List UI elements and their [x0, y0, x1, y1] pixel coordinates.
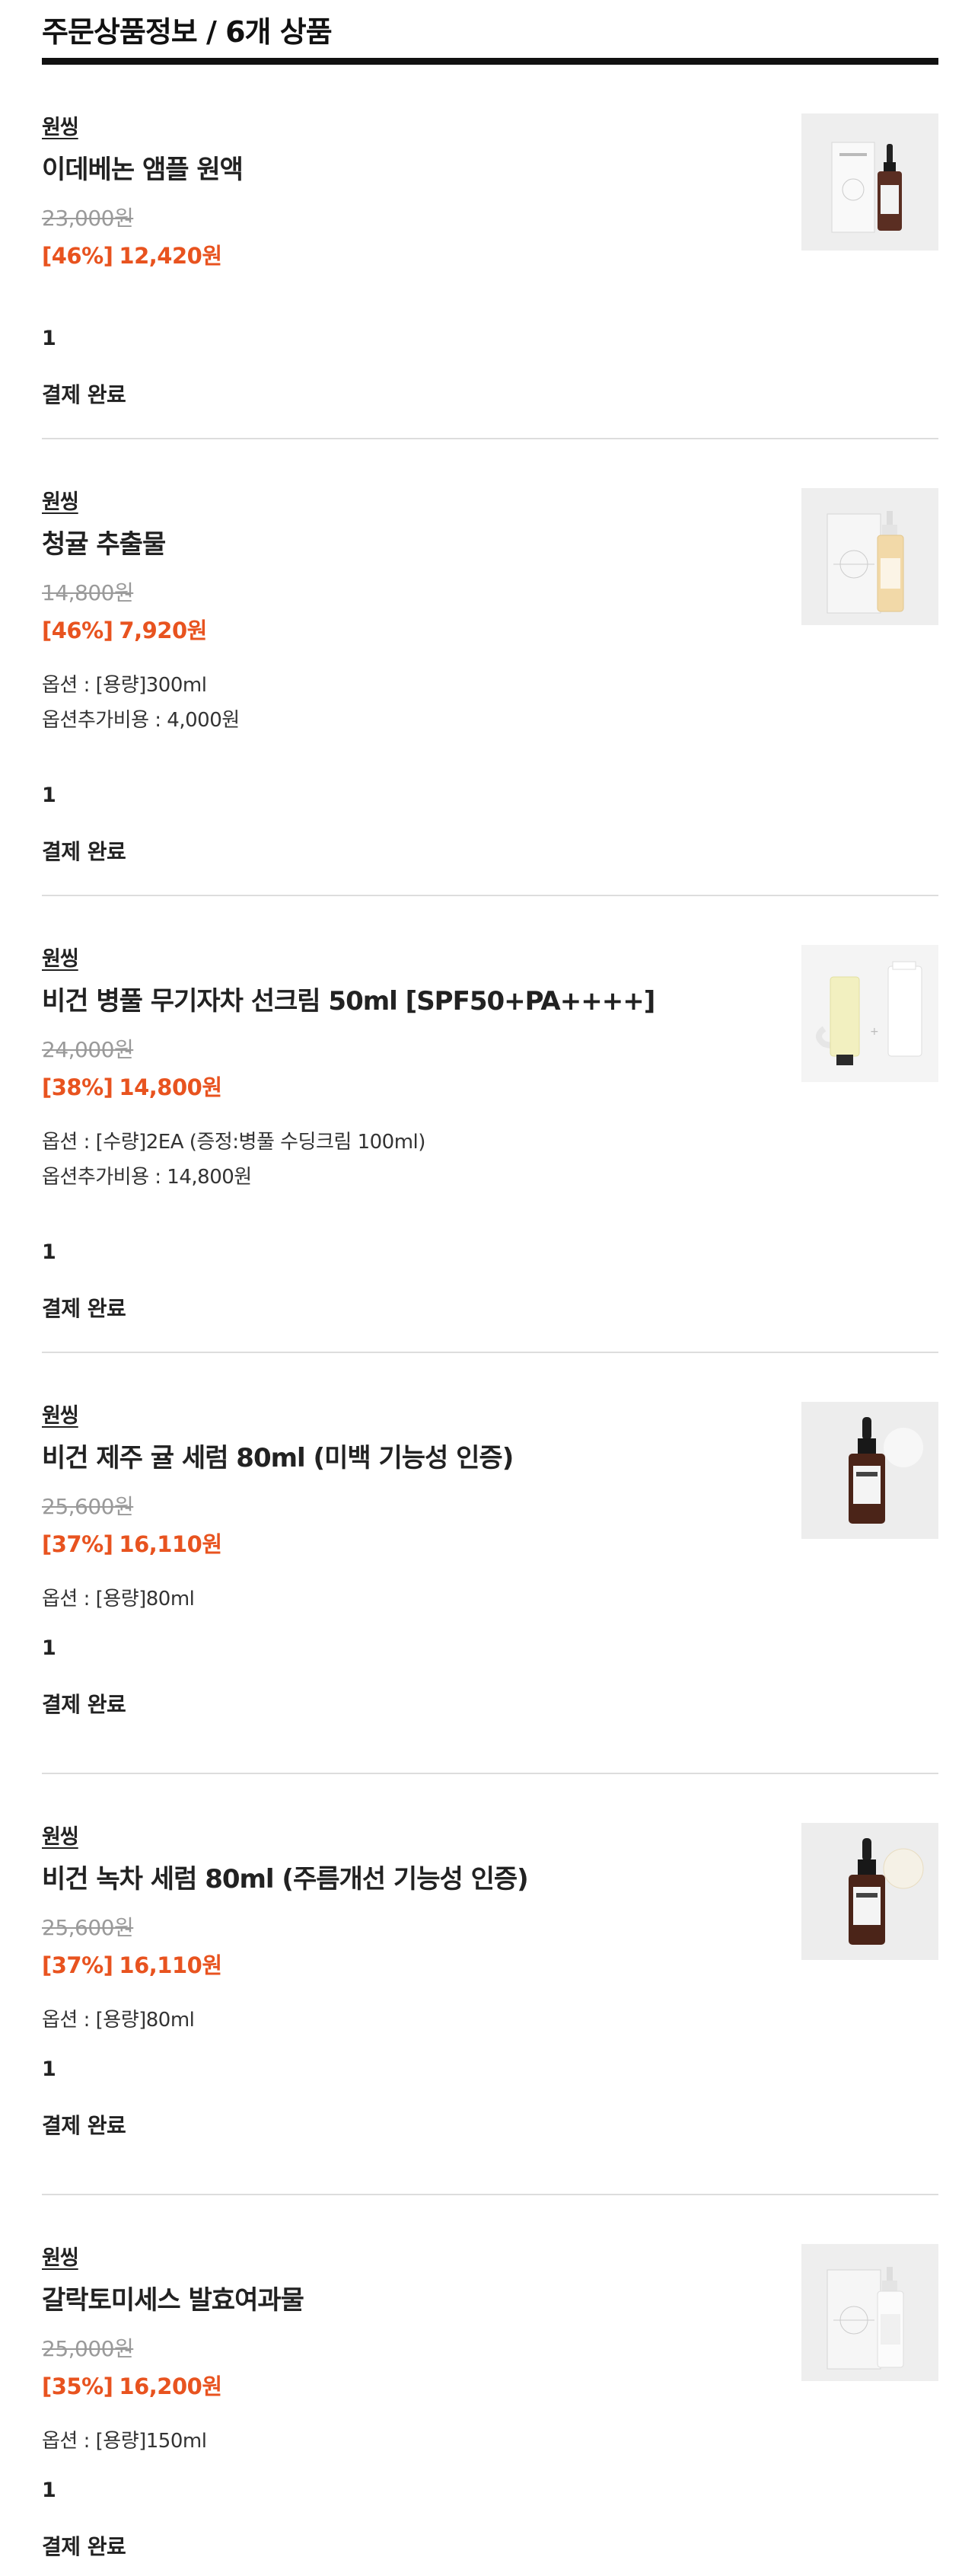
- product-thumbnail[interactable]: [801, 2244, 938, 2381]
- discount-rate: [38%]: [42, 1074, 113, 1100]
- original-price: 14,800원: [42, 580, 134, 605]
- svg-text:+: +: [870, 1026, 879, 1038]
- brand-link[interactable]: 원씽: [42, 1399, 79, 1428]
- product-thumbnail[interactable]: [801, 1402, 938, 1539]
- order-item: 원씽 비건 녹차 세럼 80ml (주름개선 기능성 인증) 25,600원 […: [42, 1774, 938, 2195]
- option-extra-cost: 옵션추가비용 : 14,800원: [42, 1166, 252, 1189]
- product-name-link[interactable]: 갈락토미세스 발효여과물: [42, 2279, 304, 2316]
- sale-price-value: 14,800원: [119, 1074, 222, 1100]
- sale-price: [37%] 16,110원: [42, 1948, 222, 1980]
- payment-status: 결제 완료: [42, 2113, 126, 2138]
- discount-rate: [35%]: [42, 2373, 113, 2399]
- quantity: 1: [42, 1240, 56, 1264]
- dropper-bottle-with-box-icon: [801, 113, 938, 251]
- brand-link[interactable]: 원씽: [42, 1820, 79, 1850]
- brand-link[interactable]: 원씽: [42, 485, 79, 515]
- discount-rate: [46%]: [42, 243, 113, 269]
- option-extra-cost: 옵션추가비용 : 4,000원: [42, 709, 240, 732]
- pump-bottle-with-box-icon: [801, 2244, 938, 2381]
- option-text: 옵션 : [용량]80ml: [42, 2009, 195, 2032]
- payment-status: 결제 완료: [42, 2534, 126, 2559]
- original-price: 23,000원: [42, 206, 134, 231]
- order-item: 원씽 청귤 추출물 14,800원 [46%] 7,920원 옵션 : [용량]3…: [42, 439, 938, 896]
- payment-status: 결제 완료: [42, 1692, 126, 1717]
- product-name-link[interactable]: 이데베논 앰플 원액: [42, 148, 244, 186]
- sale-price: [37%] 16,110원: [42, 1527, 222, 1559]
- payment-status: 결제 완료: [42, 839, 126, 864]
- quantity: 1: [42, 2479, 56, 2502]
- discount-rate: [37%]: [42, 1531, 113, 1557]
- quantity: 1: [42, 327, 56, 350]
- original-price: 25,000원: [42, 2336, 134, 2361]
- amber-serum-bottle-icon: [801, 1402, 938, 1539]
- option-text: 옵션 : [용량]80ml: [42, 1588, 195, 1610]
- amber-serum-bottle-icon: [801, 1823, 938, 1960]
- sale-price-value: 16,200원: [119, 2373, 222, 2399]
- quantity: 1: [42, 784, 56, 807]
- option-text: 옵션 : [수량]2EA (증정:병풀 수딩크림 100ml): [42, 1131, 425, 1154]
- order-items-section: 주문상품정보 / 6개 상품 원씽 이데베논 앰플 원액 23,000원 [46…: [42, 0, 938, 2576]
- product-thumbnail[interactable]: +: [801, 945, 938, 1082]
- option-text: 옵션 : [용량]150ml: [42, 2430, 207, 2453]
- order-item: 원씽 비건 병풀 무기자차 선크림 50ml [SPF50+PA++++] 24…: [42, 896, 938, 1353]
- order-item: 원씽 갈락토미세스 발효여과물 25,000원 [35%] 16,200원 옵션 …: [42, 2195, 938, 2576]
- sale-price: [46%] 7,920원: [42, 613, 207, 645]
- product-thumbnail[interactable]: [801, 1823, 938, 1960]
- sale-price-value: 16,110원: [119, 1531, 222, 1557]
- product-name-link[interactable]: 비건 제주 귤 세럼 80ml (미백 기능성 인증): [42, 1437, 514, 1474]
- order-item: 원씽 이데베논 앰플 원액 23,000원 [46%] 12,420원 1 결제 …: [42, 65, 938, 439]
- discount-rate: [37%]: [42, 1952, 113, 1978]
- product-name-link[interactable]: 청귤 추출물: [42, 523, 166, 560]
- quantity: 1: [42, 1636, 56, 1660]
- pump-bottle-with-box-icon: [801, 488, 938, 625]
- sale-price: [46%] 12,420원: [42, 238, 222, 270]
- section-title: 주문상품정보 / 6개 상품: [42, 0, 938, 65]
- order-item: 원씽 비건 제주 귤 세럼 80ml (미백 기능성 인증) 25,600원 […: [42, 1353, 938, 1774]
- original-price: 25,600원: [42, 1915, 134, 1940]
- brand-link[interactable]: 원씽: [42, 110, 79, 140]
- product-name-link[interactable]: 비건 녹차 세럼 80ml (주름개선 기능성 인증): [42, 1858, 529, 1895]
- quantity: 1: [42, 2057, 56, 2081]
- brand-link[interactable]: 원씽: [42, 942, 79, 972]
- cream-tubes-icon: +: [801, 945, 938, 1082]
- sale-price-value: 7,920원: [119, 618, 207, 643]
- sale-price-value: 16,110원: [119, 1952, 222, 1978]
- original-price: 25,600원: [42, 1494, 134, 1519]
- sale-price: [38%] 14,800원: [42, 1070, 222, 1102]
- payment-status: 결제 완료: [42, 1296, 126, 1321]
- discount-rate: [46%]: [42, 618, 113, 643]
- original-price: 24,000원: [42, 1037, 134, 1062]
- sale-price-value: 12,420원: [119, 243, 222, 269]
- product-name-link[interactable]: 비건 병풀 무기자차 선크림 50ml [SPF50+PA++++]: [42, 980, 655, 1017]
- product-thumbnail[interactable]: [801, 488, 938, 625]
- brand-link[interactable]: 원씽: [42, 2241, 79, 2271]
- payment-status: 결제 완료: [42, 382, 126, 407]
- product-thumbnail[interactable]: [801, 113, 938, 251]
- section-title-text: 주문상품정보 / 6개 상품: [42, 14, 333, 49]
- option-text: 옵션 : [용량]300ml: [42, 674, 207, 697]
- sale-price: [35%] 16,200원: [42, 2369, 222, 2401]
